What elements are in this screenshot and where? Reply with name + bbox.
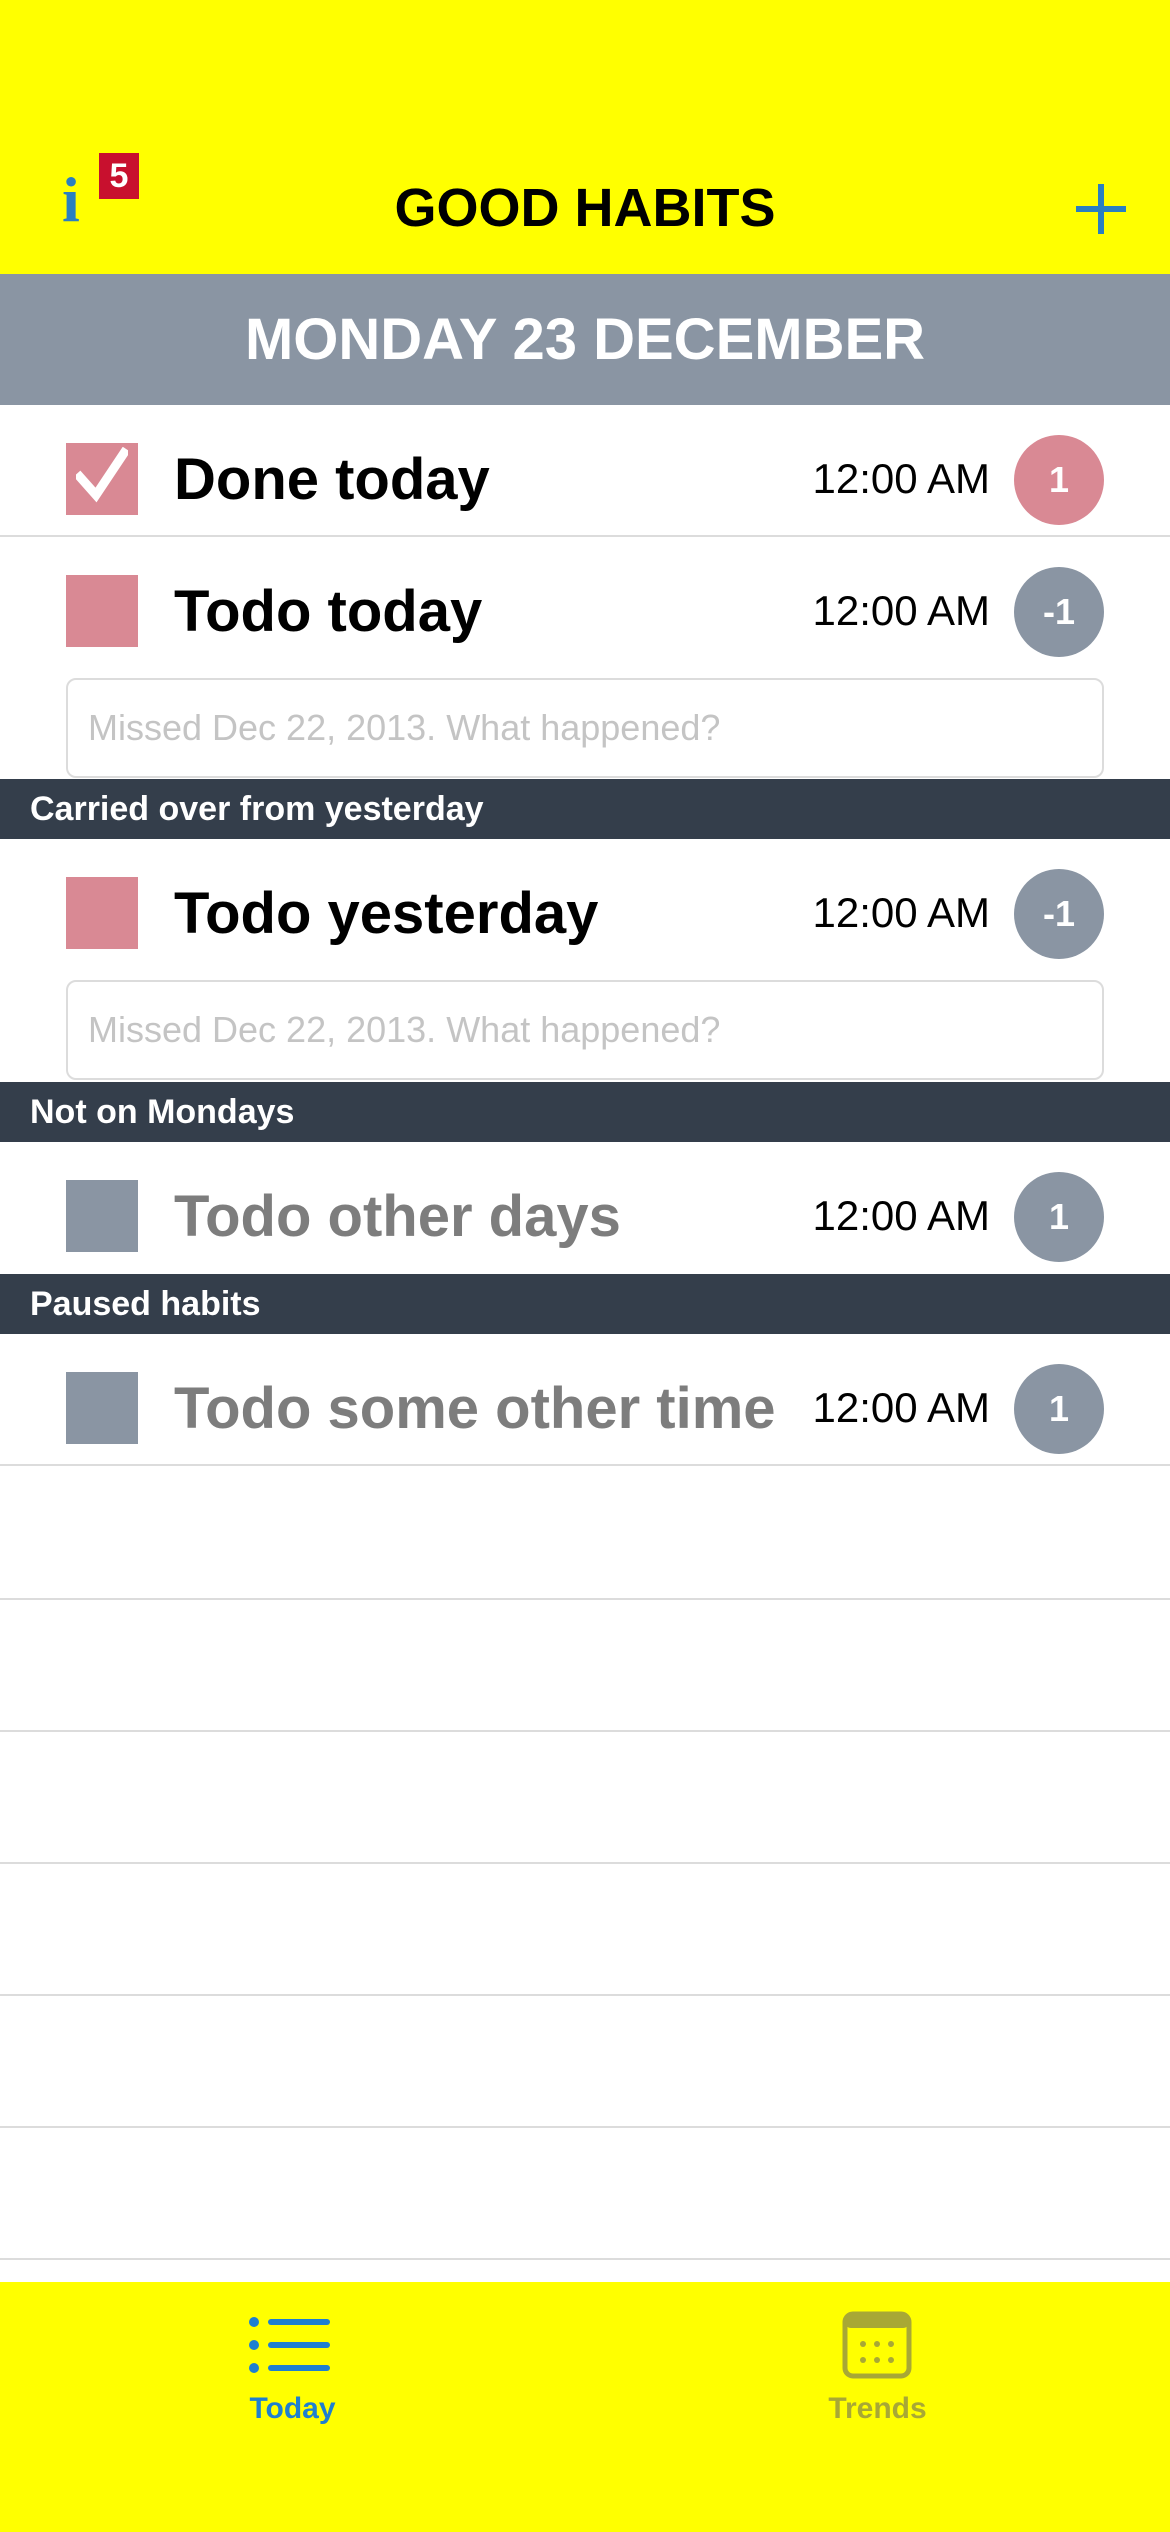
streak-badge: -1 xyxy=(1014,869,1104,959)
tab-trends[interactable]: Trends xyxy=(585,2282,1170,2532)
habit-checkbox[interactable] xyxy=(66,1180,138,1252)
habit-time: 12:00 AM xyxy=(812,587,990,634)
tab-today[interactable]: Today xyxy=(0,2282,585,2532)
list-icon xyxy=(249,2317,330,2373)
habit-row-todo-some-other-time[interactable]: Todo some other time 12:00 AM 1 xyxy=(0,1334,1170,1466)
empty-row-separator xyxy=(0,1598,1170,1600)
habit-row-todo-yesterday[interactable]: Todo yesterday 12:00 AM -1 xyxy=(0,839,1170,971)
section-header-paused: Paused habits xyxy=(0,1274,1170,1334)
habit-time: 12:00 AM xyxy=(812,889,990,936)
streak-badge: -1 xyxy=(1014,567,1104,657)
add-habit-button[interactable] xyxy=(1076,184,1126,234)
habit-row-todo-other-days[interactable]: Todo other days 12:00 AM 1 xyxy=(0,1142,1170,1274)
habit-name: Todo today xyxy=(174,579,483,644)
habit-name: Todo yesterday xyxy=(174,881,599,946)
checkmark-icon xyxy=(76,447,128,503)
habit-time: 12:00 AM xyxy=(812,1192,990,1239)
habit-checkbox[interactable] xyxy=(66,877,138,949)
empty-row-separator xyxy=(0,1994,1170,1996)
habit-row-todo-today[interactable]: Todo today 12:00 AM -1 xyxy=(0,537,1170,669)
missed-note-container xyxy=(0,980,1170,1084)
tab-label: Trends xyxy=(828,2392,927,2425)
habit-checkbox-checked[interactable] xyxy=(66,443,138,515)
navigation-bar: i 5 GOOD HABITS xyxy=(0,0,1170,274)
streak-badge: 1 xyxy=(1014,1364,1104,1454)
calendar-icon xyxy=(842,2311,912,2379)
habit-name: Done today xyxy=(174,447,490,512)
tab-label: Today xyxy=(249,2392,336,2425)
habit-time: 12:00 AM xyxy=(812,455,990,502)
date-header: MONDAY 23 DECEMBER xyxy=(0,274,1170,405)
habit-checkbox[interactable] xyxy=(66,575,138,647)
streak-badge: 1 xyxy=(1014,435,1104,525)
section-header-carried-over: Carried over from yesterday xyxy=(0,779,1170,839)
habit-checkbox[interactable] xyxy=(66,1372,138,1444)
streak-badge: 1 xyxy=(1014,1172,1104,1262)
missed-reason-input[interactable] xyxy=(66,678,1104,778)
section-header-not-on-mondays: Not on Mondays xyxy=(0,1082,1170,1142)
tab-bar: Today Trends xyxy=(0,2282,1170,2532)
habit-time: 12:00 AM xyxy=(812,1384,990,1431)
empty-row-separator xyxy=(0,1730,1170,1732)
missed-reason-input[interactable] xyxy=(66,980,1104,1080)
habit-row-done-today[interactable]: Done today 12:00 AM 1 xyxy=(0,405,1170,537)
empty-row-separator xyxy=(0,2126,1170,2128)
page-title: GOOD HABITS xyxy=(394,178,776,238)
empty-row-separator xyxy=(0,2258,1170,2260)
habit-name: Todo other days xyxy=(174,1184,621,1249)
habit-name: Todo some other time xyxy=(174,1376,776,1441)
empty-row-separator xyxy=(0,1862,1170,1864)
missed-note-container xyxy=(0,678,1170,782)
